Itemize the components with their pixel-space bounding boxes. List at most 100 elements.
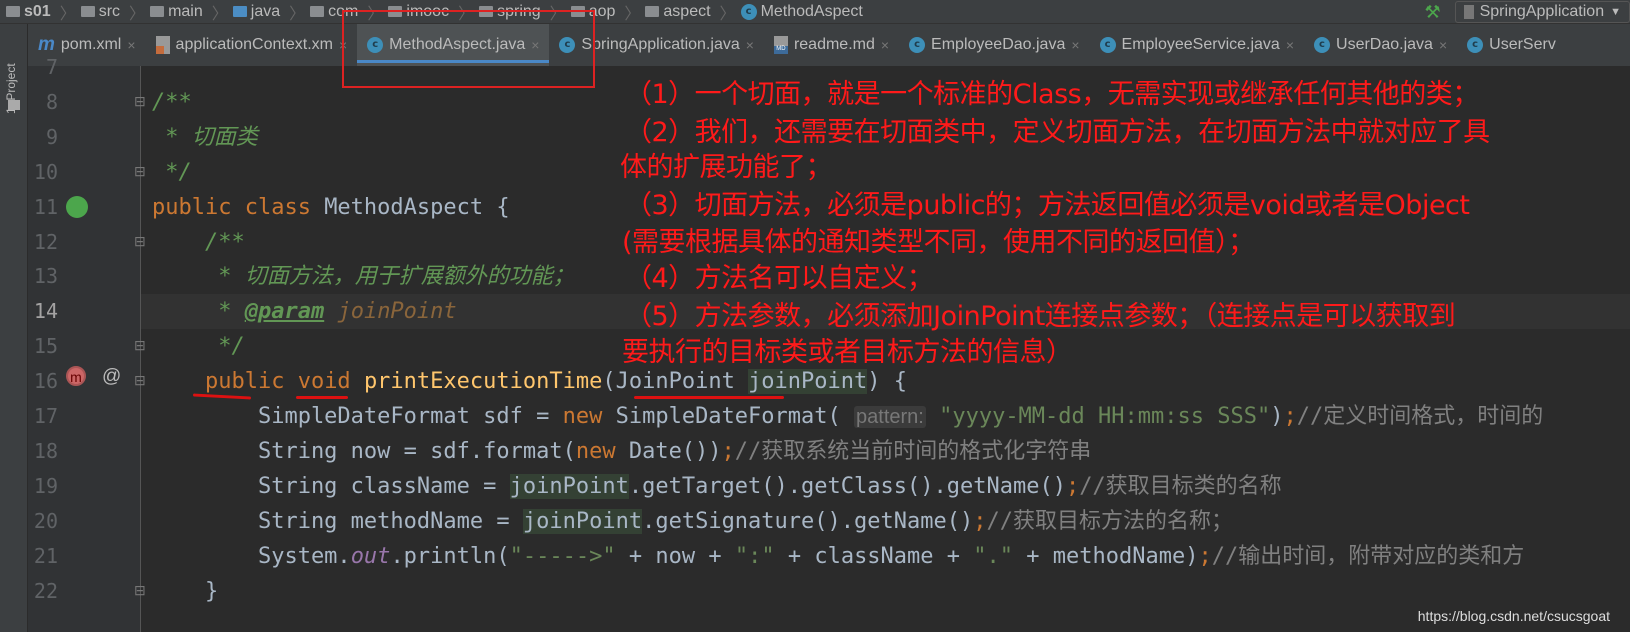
code-token: + now + <box>615 543 735 569</box>
fold-open-icon[interactable]: ⊟ <box>134 372 146 389</box>
tab-employeedao-java[interactable]: c EmployeeDao.java × <box>899 24 1089 66</box>
code-line[interactable]: /** <box>152 225 245 260</box>
code-token: /** <box>152 229 245 255</box>
close-icon[interactable]: × <box>881 37 889 53</box>
tab-applicationcontext-xm[interactable]: applicationContext.xm × <box>146 24 358 66</box>
breadcrumb-item[interactable]: src <box>80 2 121 21</box>
code-token: //获取系统当前时间的格式化字符串 <box>734 438 1092 464</box>
code-line[interactable]: System.out.println("----->" + now + ":" … <box>152 539 1524 574</box>
code-token: joinPoint <box>748 369 868 395</box>
breadcrumb-label: src <box>98 2 121 20</box>
red-underline <box>634 396 784 399</box>
breadcrumb-item[interactable]: c MethodAspect <box>740 2 863 21</box>
editor-tabs: m pom.xml × applicationContext.xm × c MethodAs… <box>28 24 1630 66</box>
class-icon: c <box>740 3 757 20</box>
code-line[interactable]: } <box>152 574 218 609</box>
breadcrumb-item[interactable]: java <box>232 3 280 21</box>
spring-bean-icon[interactable] <box>66 196 88 218</box>
tab-employeeservice-java[interactable]: c EmployeeService.java × <box>1090 24 1304 66</box>
code-token: joinPoint <box>509 473 629 499</box>
close-icon[interactable]: × <box>1286 37 1294 53</box>
code-line[interactable]: String methodName = joinPoint.getSignatu… <box>152 504 1233 539</box>
fold-close-icon[interactable]: ⊟ <box>134 337 146 354</box>
breadcrumb-item[interactable]: s01 <box>6 3 51 21</box>
highlight-box <box>342 10 595 88</box>
close-icon[interactable]: × <box>746 37 754 53</box>
chevron-down-icon: ▼ <box>1610 6 1621 18</box>
folder-icon <box>150 6 165 17</box>
breadcrumb-item[interactable]: aspect <box>645 3 711 21</box>
code-line[interactable]: * 切面类 <box>152 120 258 155</box>
code-line[interactable]: */ <box>152 329 245 364</box>
code-token: //定义时间格式，时间的 <box>1296 404 1544 429</box>
line-number: 9 <box>45 124 58 149</box>
code-token: * <box>152 299 245 325</box>
code-token: //获取目标类的名称 <box>1079 473 1282 499</box>
close-icon[interactable]: × <box>1071 37 1079 53</box>
folder-icon <box>6 6 20 17</box>
tool-window-strip: 1: Project <box>0 24 28 632</box>
xml-file-icon <box>155 36 170 54</box>
breadcrumb-item[interactable]: main <box>150 3 203 21</box>
code-token: "yyyy-MM-dd HH:mm:ss SSS" <box>925 404 1271 429</box>
config-icon <box>1463 5 1474 19</box>
code-token: joinPoint <box>522 508 643 534</box>
class-icon: c <box>1314 37 1331 53</box>
line-number: 16 <box>33 369 58 394</box>
close-icon[interactable]: × <box>127 37 135 53</box>
tab-label: applicationContext.xm <box>175 36 333 53</box>
code-token: ; <box>721 438 735 464</box>
code-token: + className + <box>774 543 974 569</box>
close-icon[interactable]: × <box>1439 37 1447 53</box>
code-token: } <box>152 578 219 604</box>
fold-open-icon[interactable]: ⊟ <box>134 233 146 250</box>
code-line[interactable]: * @param joinPoint <box>152 294 457 329</box>
code-token: /** <box>152 89 192 115</box>
code-line[interactable]: */ <box>152 155 192 190</box>
line-number: 22 <box>33 578 58 603</box>
code-line[interactable]: String className = joinPoint.getTarget()… <box>152 469 1282 504</box>
folder-icon <box>80 6 95 17</box>
breadcrumb-label: main <box>168 2 203 20</box>
code-token: joinPoint <box>337 299 457 325</box>
line-number: 15 <box>33 334 58 359</box>
line-number: 14 <box>33 299 58 324</box>
folder-icon <box>310 6 325 17</box>
code-token: * 切面类 <box>152 124 258 150</box>
fold-close-icon[interactable]: ⊟ <box>134 582 146 599</box>
breadcrumb-label: MethodAspect <box>760 2 863 20</box>
code-token: ; <box>1198 543 1212 569</box>
code-token: SimpleDateFormat sdf = <box>152 404 563 429</box>
code-token: .println( <box>390 543 510 569</box>
run-configuration-label: SpringApplication <box>1479 3 1605 20</box>
code-token: ":" <box>734 543 775 569</box>
tab-userdao-java[interactable]: c UserDao.java × <box>1304 24 1457 66</box>
tab-userserv[interactable]: c UserServ <box>1457 24 1566 66</box>
code-token: String now = sdf.format( <box>152 438 576 464</box>
tab-label: pom.xml <box>60 36 122 53</box>
run-configuration-select[interactable]: SpringApplication ▼ <box>1454 1 1630 23</box>
line-number: 13 <box>33 264 58 289</box>
annotation-line: 体的扩展功能了； <box>620 152 833 183</box>
aspect-method-icon[interactable]: m <box>66 366 86 386</box>
tab-readme-md[interactable]: MD readme.md × <box>764 24 899 66</box>
annotation-at-icon[interactable]: @ <box>102 366 121 388</box>
build-hammer-icon[interactable]: ⚒ <box>1424 2 1440 23</box>
watermark: https://blog.csdn.net/csucsgoat <box>1417 608 1610 624</box>
code-line[interactable]: /** <box>152 85 192 120</box>
line-number: 17 <box>33 404 58 428</box>
code-token: SimpleDateFormat( <box>615 404 855 429</box>
fold-open-icon[interactable]: ⊟ <box>134 93 146 110</box>
toolbar: ⚒ SpringApplication ▼ <box>1424 0 1630 24</box>
code-line[interactable]: SimpleDateFormat sdf = new SimpleDateFor… <box>152 399 1543 434</box>
class-icon: c <box>909 37 926 53</box>
fold-close-icon[interactable]: ⊟ <box>134 163 146 180</box>
folder-icon <box>232 6 247 17</box>
code-token: .getSignature().getName() <box>642 508 974 534</box>
annotation-line: （4）方法名可以自定义； <box>625 263 934 294</box>
code-line[interactable]: public void printExecutionTime(JoinPoint… <box>152 364 907 399</box>
code-line[interactable]: * 切面方法，用于扩展额外的功能； <box>152 259 575 294</box>
code-line[interactable]: public class MethodAspect { <box>152 190 510 225</box>
code-line[interactable]: String now = sdf.format(new Date());//获取… <box>152 434 1091 469</box>
